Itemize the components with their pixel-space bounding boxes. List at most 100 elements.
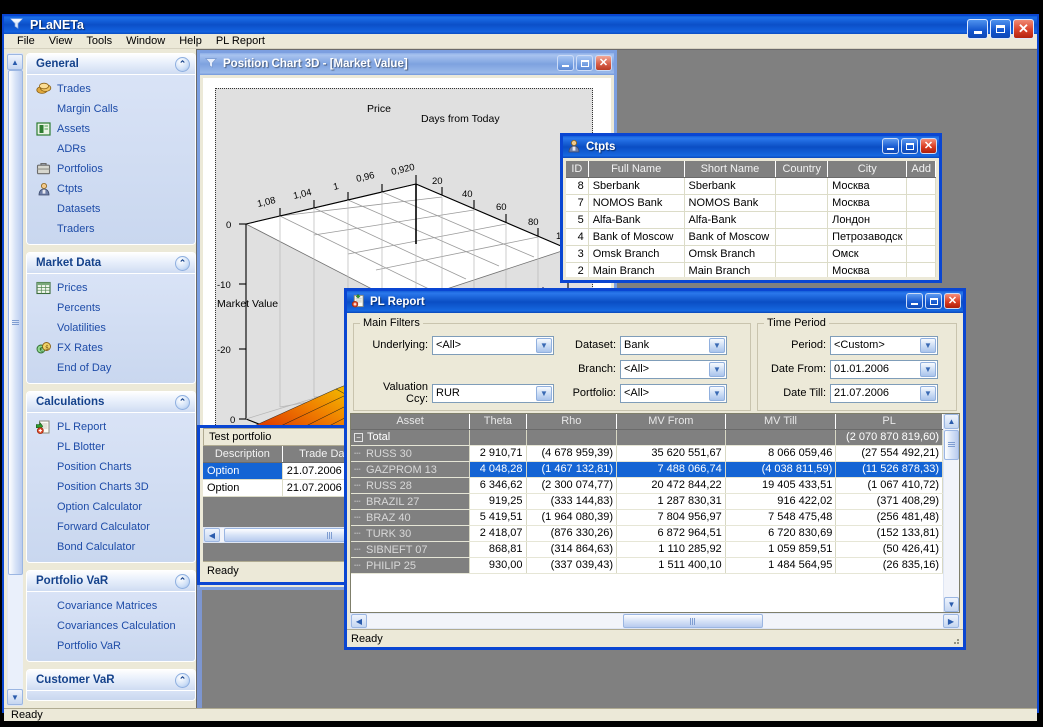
sidebar-item-ctpts[interactable]: Ctpts	[27, 179, 195, 199]
table-row[interactable]: 8 Sberbank Sberbank Москва	[566, 177, 936, 195]
portfolio-dropdown[interactable]: <All> ▼	[620, 383, 727, 403]
maximize-button[interactable]	[990, 19, 1011, 39]
chevron-down-icon[interactable]: ▼	[709, 337, 725, 353]
sidebar-item-trades[interactable]: Trades	[27, 79, 195, 99]
sidebar-scroll-down-button[interactable]: ▼	[7, 689, 23, 705]
menu-item-help[interactable]: Help	[172, 34, 209, 48]
table-row[interactable]: ┄ TURK 30 2 418,07 (876 330,26) 6 872 964…	[351, 525, 943, 542]
sidebar-item-percents[interactable]: Percents	[27, 298, 195, 318]
sidebar-item-covariances-calculation[interactable]: Covariances Calculation	[27, 616, 195, 636]
sidebar-item-position-charts[interactable]: Position Charts	[27, 457, 195, 477]
scroll-thumb[interactable]	[623, 614, 763, 628]
tree-collapse-icon[interactable]: −	[354, 432, 363, 442]
pl-report-hscrollbar[interactable]: ◀ ▶	[350, 613, 960, 629]
table-row-selected[interactable]: ┄ GAZPROM 13 4 048,28 (1 467 132,81) 7 48…	[351, 461, 943, 478]
menu-item-pl-report[interactable]: PL Report	[209, 34, 272, 48]
sidebar-item-position-charts-3d[interactable]: Position Charts 3D	[27, 477, 195, 497]
chevron-up-icon[interactable]: ⌃	[175, 256, 190, 271]
column-header-description[interactable]: Description	[203, 446, 283, 463]
maximize-button[interactable]	[925, 293, 942, 309]
table-row[interactable]: 7 NOMOS Bank NOMOS Bank Москва	[566, 194, 936, 212]
underlying-dropdown[interactable]: <All> ▼	[432, 335, 554, 355]
menu-item-view[interactable]: View	[42, 34, 80, 48]
period-dropdown[interactable]: <Custom> ▼	[830, 335, 938, 355]
table-row[interactable]: ┄ RUSS 28 6 346,62 (2 300 074,77) 20 472 …	[351, 477, 943, 494]
minimize-button[interactable]	[557, 55, 574, 71]
chevron-down-icon[interactable]: ▼	[920, 385, 936, 401]
branch-dropdown[interactable]: <All> ▼	[620, 359, 727, 379]
chevron-down-icon[interactable]: ▼	[709, 361, 725, 377]
sidebar-item-adrs[interactable]: ADRs	[27, 139, 195, 159]
column-header-mv-till[interactable]: MV Till	[725, 414, 837, 430]
table-row[interactable]: ┄ PHILIP 25 930,00 (337 039,43) 1 511 400…	[351, 557, 943, 574]
sidebar-scroll-thumb[interactable]	[7, 70, 23, 575]
sidebar-group-header-market-data[interactable]: Market Data ⌃	[27, 253, 195, 274]
sidebar-item-volatilities[interactable]: Volatilities	[27, 318, 195, 338]
column-header-city[interactable]: City	[827, 161, 908, 178]
sidebar-group-header-customer-var[interactable]: Customer VaR ⌃	[27, 670, 195, 691]
chevron-down-icon[interactable]: ▼	[536, 337, 552, 353]
table-row[interactable]: ┄ BRAZ 40 5 419,51 (1 964 080,39) 7 804 9…	[351, 509, 943, 526]
table-row[interactable]: ┄ BRAZIL 27 919,25 (333 144,83) 1 287 830…	[351, 493, 943, 510]
sidebar-item-assets[interactable]: Assets	[27, 119, 195, 139]
chevron-down-icon[interactable]: ▼	[536, 385, 552, 401]
table-row[interactable]: ┄ SIBNEFT 07 868,81 (314 864,63) 1 110 28…	[351, 541, 943, 558]
close-button[interactable]: ✕	[944, 293, 961, 309]
table-row[interactable]: 4 Bank of Moscow Bank of Moscow Петрозав…	[566, 228, 936, 246]
table-row[interactable]: 2 Main Branch Main Branch Москва	[566, 262, 936, 277]
column-header-country[interactable]: Country	[775, 161, 829, 178]
date-from-input[interactable]: 01.01.2006 ▼	[830, 359, 938, 379]
date-till-input[interactable]: 21.07.2006 ▼	[830, 383, 938, 403]
sidebar-group-header-portfolio-var[interactable]: Portfolio VaR ⌃	[27, 571, 195, 592]
scroll-right-button[interactable]: ▶	[943, 614, 959, 628]
sidebar-scrollbar[interactable]: ▲ ▼	[7, 53, 23, 706]
sidebar-item-margin-calls[interactable]: Margin Calls	[27, 99, 195, 119]
minimize-button[interactable]	[967, 19, 988, 39]
pl-report-grid[interactable]: Asset Theta Rho MV From MV Till PL − Tot…	[351, 414, 943, 574]
ctpts-grid[interactable]: ID Full Name Short Name Country City Add…	[566, 161, 936, 277]
chevron-up-icon[interactable]: ⌃	[175, 574, 190, 589]
sidebar-group-header-calculations[interactable]: Calculations ⌃	[27, 392, 195, 413]
sidebar-item-pl-blotter[interactable]: PL Blotter	[27, 437, 195, 457]
column-header-id[interactable]: ID	[566, 161, 589, 178]
menu-item-tools[interactable]: Tools	[79, 34, 119, 48]
scroll-thumb[interactable]	[944, 430, 959, 460]
minimize-button[interactable]	[882, 138, 899, 154]
scroll-left-button[interactable]: ◀	[204, 528, 220, 542]
menu-item-file[interactable]: File	[10, 34, 42, 48]
column-header-rho[interactable]: Rho	[526, 414, 618, 430]
sidebar-item-portfolios[interactable]: Portfolios	[27, 159, 195, 179]
sidebar-item-pl-report[interactable]: PL Report	[27, 417, 195, 437]
sidebar-item-forward-calculator[interactable]: Forward Calculator	[27, 517, 195, 537]
sidebar-group-header-general[interactable]: General ⌃	[27, 54, 195, 75]
sidebar-item-option-calculator[interactable]: Option Calculator	[27, 497, 195, 517]
column-header-full-name[interactable]: Full Name	[588, 161, 685, 178]
sidebar-scroll-track[interactable]	[7, 70, 23, 689]
column-header-pl[interactable]: PL	[835, 414, 943, 430]
column-header-mv-from[interactable]: MV From	[616, 414, 726, 430]
pl-report-grid-viewport[interactable]: Asset Theta Rho MV From MV Till PL − Tot…	[351, 414, 943, 612]
resize-grip-icon[interactable]	[951, 636, 960, 645]
scroll-down-button[interactable]: ▼	[944, 597, 959, 612]
sidebar-scroll-up-button[interactable]: ▲	[7, 54, 23, 70]
menu-item-window[interactable]: Window	[119, 34, 172, 48]
pl-report-vscrollbar[interactable]: ▲ ▼	[943, 414, 959, 612]
table-row[interactable]: ┄ RUSS 30 2 910,71 (4 678 959,39) 35 620 …	[351, 445, 943, 462]
chevron-up-icon[interactable]: ⌃	[175, 57, 190, 72]
sidebar-item-prices[interactable]: Prices	[27, 278, 195, 298]
valuation-ccy-dropdown[interactable]: RUR ▼	[432, 383, 554, 403]
table-row[interactable]: 3 Omsk Branch Omsk Branch Омск	[566, 245, 936, 263]
sidebar-item-datasets[interactable]: Datasets	[27, 199, 195, 219]
sidebar-item-portfolio-var[interactable]: Portfolio VaR	[27, 636, 195, 656]
chevron-down-icon[interactable]: ▼	[920, 337, 936, 353]
sidebar-item-traders[interactable]: Traders	[27, 219, 195, 239]
sidebar-item-end-of-day[interactable]: End of Day	[27, 358, 195, 378]
column-header-theta[interactable]: Theta	[469, 414, 527, 430]
ctpts-body[interactable]: ID Full Name Short Name Country City Add…	[566, 161, 936, 277]
scroll-up-button[interactable]: ▲	[944, 414, 959, 429]
chevron-down-icon[interactable]: ▼	[709, 385, 725, 401]
maximize-button[interactable]	[576, 55, 593, 71]
table-row[interactable]: 5 Alfa-Bank Alfa-Bank Лондон	[566, 211, 936, 229]
maximize-button[interactable]	[901, 138, 918, 154]
minimize-button[interactable]	[906, 293, 923, 309]
